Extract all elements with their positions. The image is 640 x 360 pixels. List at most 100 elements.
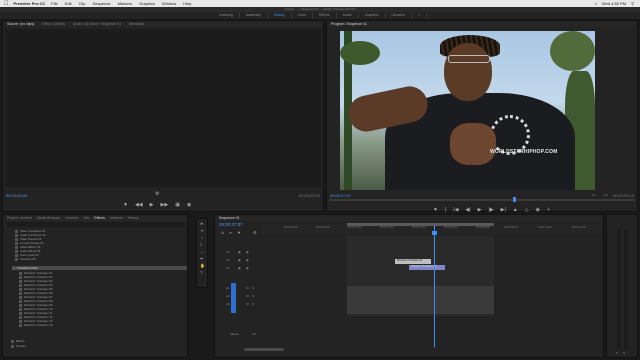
apple-icon[interactable]:  (4, 1, 9, 7)
list-item[interactable]: Presets (11, 344, 25, 348)
program-playhead-marker[interactable] (513, 197, 516, 202)
workspace-color[interactable]: Color (292, 13, 313, 18)
clip-v2[interactable]: Distortion Transition 01 (395, 259, 431, 264)
toggle-sync-lock-icon[interactable]: ▣ (238, 258, 241, 262)
mute-icon[interactable]: M (246, 294, 249, 298)
tab-metadata[interactable]: Metadata (129, 22, 144, 26)
timeline-settings-icon[interactable]: ⚙ (253, 230, 257, 235)
list-item[interactable]: Distortion Transition 14 (19, 323, 53, 327)
snap-icon[interactable]: ⊔ (221, 230, 224, 235)
timeline-ruler-extended[interactable]: 00;00;56;00 00;01;04;00 00;01;12;00 (494, 224, 602, 234)
tab-libraries[interactable]: Libraries (65, 216, 78, 220)
menu-graphics[interactable]: Graphics (139, 1, 155, 6)
program-timecode-left[interactable]: 00;00;37;07 (330, 193, 351, 198)
tab-project[interactable]: Project: Untitled (7, 216, 32, 220)
solo-icon[interactable]: S (252, 286, 254, 290)
tab-effect-controls[interactable]: Effect Controls (42, 22, 65, 26)
audio-track-region[interactable] (347, 286, 494, 314)
selection-tool-icon[interactable]: ➤ (200, 221, 203, 226)
effects-search-input[interactable] (7, 222, 185, 227)
hand-tool-icon[interactable]: ✋ (200, 263, 205, 268)
type-tool-icon[interactable]: T (200, 270, 202, 275)
menu-help[interactable]: Help (183, 1, 191, 6)
source-settings-icon[interactable]: ⚙ (155, 191, 159, 197)
toggle-visibility-icon[interactable]: ◉ (246, 250, 249, 254)
program-video-frame[interactable]: WORLDSTARHIPHOP.COM (340, 31, 595, 190)
prog-go-in-icon[interactable]: |◀ (453, 207, 458, 213)
mute-icon[interactable]: M (246, 302, 249, 306)
timeline-horizontal-scrollbar[interactable] (244, 348, 284, 351)
menu-markers[interactable]: Markers (118, 1, 132, 6)
insert-icon[interactable]: ▣ (175, 202, 180, 208)
prog-export-frame-icon[interactable]: ◉ (536, 207, 540, 213)
workspace-audio[interactable]: Audio (337, 13, 359, 18)
clip-v1[interactable]: Distortion Transition 02 (409, 265, 445, 270)
prog-step-forward-icon[interactable]: |▶ (488, 207, 493, 213)
prog-mark-out-icon[interactable]: | (445, 207, 446, 213)
solo-icon[interactable]: S (252, 294, 254, 298)
tab-source[interactable]: Source: (no clips) (7, 22, 34, 26)
source-viewer[interactable] (5, 29, 321, 187)
source-patch-v1[interactable] (231, 283, 236, 313)
tab-effects[interactable]: Effects (94, 216, 105, 220)
work-area-bar[interactable] (347, 223, 494, 226)
toggle-sync-lock-icon[interactable]: ▣ (238, 266, 241, 270)
track-select-tool-icon[interactable]: ⇥ (200, 228, 203, 233)
razor-tool-icon[interactable]: ◊ (200, 242, 202, 247)
workspace-assembly[interactable]: Assembly (240, 13, 268, 18)
export-frame-icon[interactable]: ◉ (187, 202, 191, 208)
solo-icon[interactable]: S (252, 302, 254, 306)
tab-media-browser[interactable]: Media Browser (37, 216, 60, 220)
tab-sequence[interactable]: Sequence 01 (219, 216, 240, 220)
track-v3-label[interactable]: V3 (226, 250, 230, 254)
tab-info[interactable]: Info (84, 216, 90, 220)
wifi-icon[interactable]: ≈ (595, 1, 597, 6)
track-a1-label[interactable]: A1 (226, 286, 230, 290)
toggle-visibility-icon[interactable]: ◉ (246, 258, 249, 262)
menu-edit[interactable]: Edit (65, 1, 72, 6)
menu-window[interactable]: Window (162, 1, 176, 6)
add-marker-icon[interactable]: ▼ (237, 230, 241, 235)
list-item[interactable]: Favorites 08 (15, 257, 35, 261)
master-volume-value[interactable]: 0.0 (252, 332, 256, 336)
tab-history[interactable]: History (128, 216, 139, 220)
clock[interactable]: Wed 4:50 PM (602, 1, 626, 6)
menu-file[interactable]: File (51, 1, 57, 6)
source-timecode-left[interactable]: 00;00;00;00 (6, 193, 27, 198)
timeline-timecode[interactable]: 00;00;37;07 (219, 222, 243, 227)
program-quality-dropdown[interactable]: Full (603, 193, 608, 197)
workspace-libraries[interactable]: Libraries (386, 13, 412, 18)
list-item-selected[interactable]: Transitions Pack (12, 266, 187, 270)
tab-markers[interactable]: Markers (110, 216, 123, 220)
timeline-playhead-handle[interactable] (432, 231, 437, 235)
pen-tool-icon[interactable]: ✒ (200, 256, 203, 261)
prog-step-back-icon[interactable]: ◀| (465, 207, 470, 213)
list-item[interactable]: Effects (11, 339, 25, 343)
menu-clip[interactable]: Clip (79, 1, 86, 6)
menu-sequence[interactable]: Sequence (93, 1, 111, 6)
toggle-sync-lock-icon[interactable]: ▣ (238, 250, 241, 254)
program-scrubber[interactable] (329, 199, 635, 201)
slip-tool-icon[interactable]: ↔ (200, 249, 204, 254)
track-a3-label[interactable]: A3 (226, 302, 230, 306)
mute-icon[interactable]: M (246, 286, 249, 290)
meter-solo-icon[interactable]: S (616, 351, 618, 355)
prog-extract-icon[interactable]: △ (525, 207, 529, 213)
prog-button-editor-icon[interactable]: + (547, 207, 550, 213)
workspace-effects[interactable]: Effects (313, 13, 337, 18)
search-icon[interactable]: ⚲ (631, 1, 634, 6)
tab-audio-clip-mixer[interactable]: Audio Clip Mixer: Sequence 01 (73, 22, 121, 26)
prog-go-out-icon[interactable]: ▶| (501, 207, 506, 213)
toggle-visibility-icon[interactable]: ◉ (246, 266, 249, 270)
track-v2-label[interactable]: V2 (226, 258, 230, 262)
mark-in-icon[interactable]: ▼ (123, 202, 128, 208)
workspace-editing[interactable]: Editing (268, 13, 292, 18)
workspace-graphics[interactable]: Graphics (359, 13, 386, 18)
workspace-learning[interactable]: Learning (213, 13, 240, 18)
prog-lift-icon[interactable]: ▲ (513, 207, 518, 213)
ripple-edit-tool-icon[interactable]: ⇔ (200, 235, 204, 240)
timeline-playhead[interactable] (434, 225, 435, 347)
tab-program[interactable]: Program: Sequence 01 (331, 22, 367, 26)
program-fit-dropdown[interactable]: Fit (592, 193, 595, 197)
track-v1-label[interactable]: V1 (226, 266, 230, 270)
